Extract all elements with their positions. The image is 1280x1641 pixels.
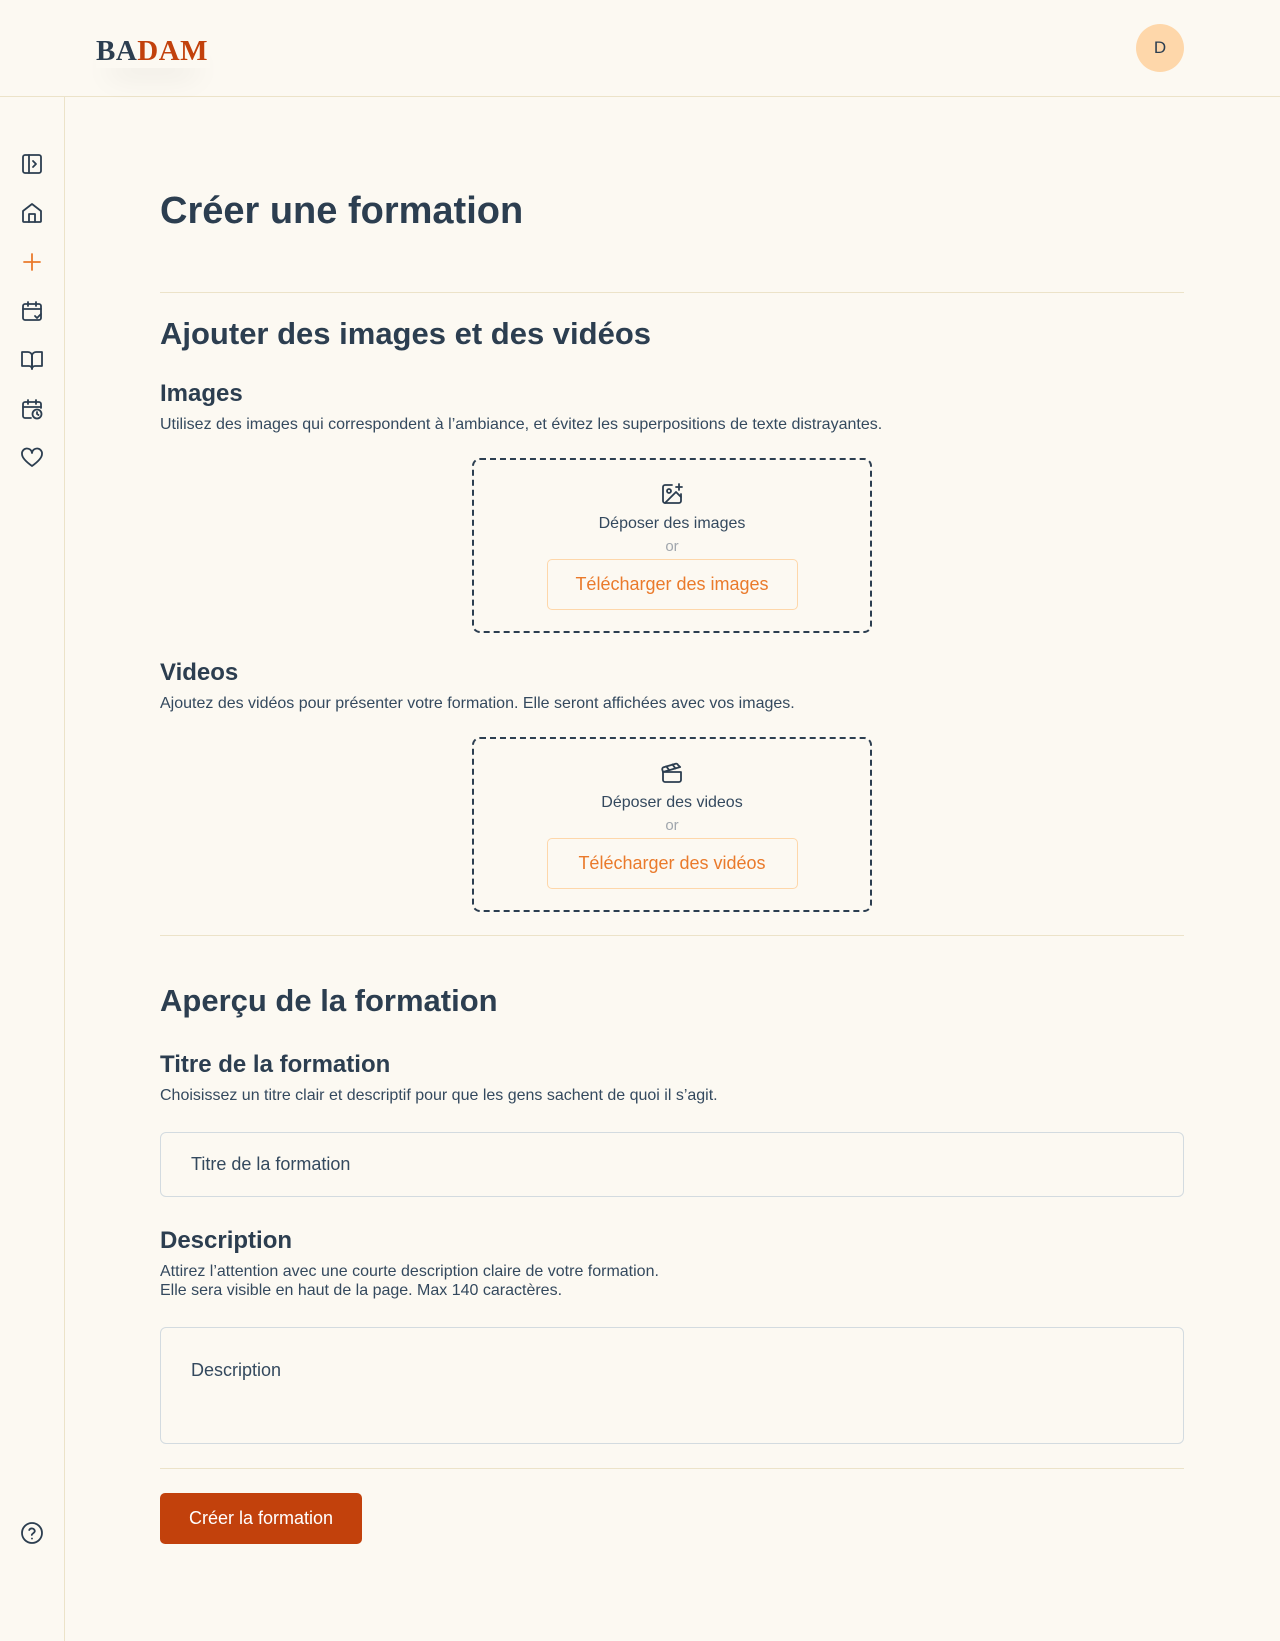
help-circle-icon[interactable] [20, 1521, 44, 1545]
clapperboard-icon [660, 761, 684, 790]
book-open-icon[interactable] [20, 348, 44, 372]
page-title: Créer une formation [160, 190, 524, 232]
calendar-clock-icon[interactable] [20, 397, 44, 421]
video-or-label: or [665, 817, 679, 834]
upload-videos-button[interactable]: Télécharger des vidéos [546, 838, 798, 889]
image-dropzone[interactable]: Déposer des images or Télécharger des im… [472, 458, 872, 633]
logo-part1: BA [96, 35, 138, 67]
description-field-label: Description [160, 1227, 293, 1254]
sidebar [0, 97, 65, 1641]
upload-images-button[interactable]: Télécharger des images [546, 559, 798, 610]
logo-part2: DAM [137, 35, 209, 67]
description-hint-line1: Attirez l’attention avec une courte desc… [160, 1263, 659, 1280]
description-textarea[interactable]: Description [160, 1327, 1184, 1444]
calendar-check-icon[interactable] [20, 299, 44, 323]
logo[interactable]: BADAM [96, 34, 210, 68]
video-drop-label: Déposer des videos [601, 794, 743, 811]
title-field-hint: Choisissez un titre clair et descriptif … [160, 1087, 718, 1104]
media-section-title: Ajouter des images et des vidéos [160, 316, 652, 351]
avatar[interactable]: D [1136, 24, 1184, 72]
title-field-label: Titre de la formation [160, 1051, 391, 1078]
overview-section-title: Aperçu de la formation [160, 983, 498, 1018]
divider [160, 292, 1184, 293]
plus-icon[interactable] [20, 250, 44, 274]
image-drop-label: Déposer des images [598, 515, 746, 532]
heart-icon[interactable] [20, 446, 44, 470]
description-hint-line2: Elle sera visible en haut de la page. Ma… [160, 1282, 563, 1299]
images-hint: Utilisez des images qui correspondent à … [160, 416, 883, 433]
sidebar-toggle-icon[interactable] [20, 152, 44, 176]
video-dropzone[interactable]: Déposer des videos or Télécharger des vi… [472, 737, 872, 912]
title-input[interactable]: Titre de la formation [160, 1132, 1184, 1197]
videos-hint: Ajoutez des vidéos pour présenter votre … [160, 695, 795, 712]
image-or-label: or [665, 538, 679, 555]
top-bar: BADAM D [0, 0, 1280, 97]
divider [160, 935, 1184, 936]
divider [160, 1468, 1184, 1469]
images-title: Images [160, 380, 243, 407]
create-formation-button[interactable]: Créer la formation [160, 1493, 362, 1544]
videos-title: Videos [160, 659, 239, 686]
home-icon[interactable] [20, 201, 44, 225]
image-plus-icon [660, 482, 684, 511]
